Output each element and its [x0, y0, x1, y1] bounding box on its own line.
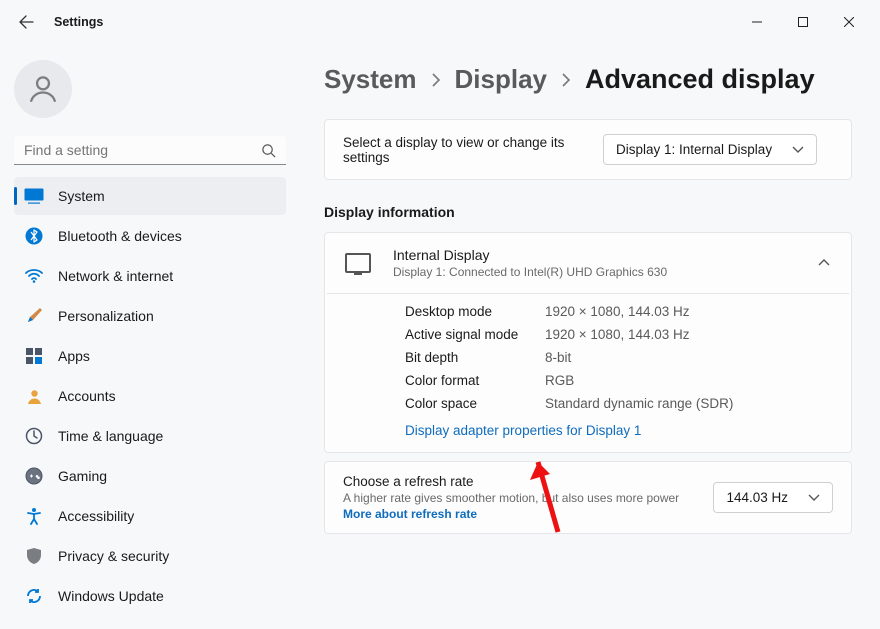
display-subtitle: Display 1: Connected to Intel(R) UHD Gra… — [393, 265, 817, 279]
update-icon — [24, 586, 44, 606]
sidebar-item-label: Bluetooth & devices — [58, 228, 276, 244]
prop-label: Active signal mode — [405, 327, 545, 342]
sidebar-item-network[interactable]: Network & internet — [14, 257, 286, 295]
display-adapter-properties-link[interactable]: Display adapter properties for Display 1 — [405, 423, 641, 438]
chevron-right-icon — [431, 72, 441, 88]
search-icon — [261, 143, 276, 158]
prop-color-space: Color space Standard dynamic range (SDR) — [405, 392, 831, 415]
refresh-rate-card: Choose a refresh rate A higher rate give… — [324, 461, 852, 534]
window-controls — [734, 6, 872, 38]
display-info-expander[interactable]: Internal Display Display 1: Connected to… — [325, 233, 851, 293]
bluetooth-icon — [24, 226, 44, 246]
prop-value: RGB — [545, 373, 574, 388]
close-icon — [844, 17, 854, 27]
refresh-rate-dropdown[interactable]: 144.03 Hz — [713, 482, 833, 513]
prop-label: Bit depth — [405, 350, 545, 365]
search-box[interactable] — [14, 136, 286, 165]
back-arrow-icon — [18, 14, 34, 30]
prop-value: 1920 × 1080, 144.03 Hz — [545, 327, 690, 342]
clock-globe-icon — [24, 426, 44, 446]
back-button[interactable] — [8, 4, 44, 40]
sidebar-item-personalization[interactable]: Personalization — [14, 297, 286, 335]
prop-value: 1920 × 1080, 144.03 Hz — [545, 304, 690, 319]
display-information-heading: Display information — [324, 204, 852, 220]
display-info-body: Desktop mode 1920 × 1080, 144.03 Hz Acti… — [325, 294, 851, 452]
prop-bit-depth: Bit depth 8-bit — [405, 346, 831, 369]
sidebar-item-label: Time & language — [58, 428, 276, 444]
chevron-down-icon — [808, 494, 820, 502]
sidebar-item-label: Windows Update — [58, 588, 276, 604]
minimize-button[interactable] — [734, 6, 780, 38]
breadcrumb-display[interactable]: Display — [455, 64, 548, 95]
prop-active-signal: Active signal mode 1920 × 1080, 144.03 H… — [405, 323, 831, 346]
breadcrumb-system[interactable]: System — [324, 64, 417, 95]
prop-label: Color format — [405, 373, 545, 388]
system-icon — [24, 186, 44, 206]
sidebar-item-bluetooth[interactable]: Bluetooth & devices — [14, 217, 286, 255]
accessibility-icon — [24, 506, 44, 526]
chevron-up-icon — [817, 258, 831, 268]
maximize-icon — [798, 17, 808, 27]
wifi-icon — [24, 266, 44, 286]
display-name: Internal Display — [393, 247, 817, 263]
display-info-card: Internal Display Display 1: Connected to… — [324, 232, 852, 453]
sidebar-item-label: Accessibility — [58, 508, 276, 524]
sidebar-item-label: Privacy & security — [58, 548, 276, 564]
sidebar-item-windows-update[interactable]: Windows Update — [14, 577, 286, 615]
refresh-rate-value: 144.03 Hz — [726, 490, 788, 505]
display-selector-value: Display 1: Internal Display — [616, 142, 772, 157]
sidebar-item-label: Accounts — [58, 388, 276, 404]
prop-color-format: Color format RGB — [405, 369, 831, 392]
breadcrumb-advanced-display: Advanced display — [585, 64, 815, 95]
refresh-rate-subtitle: A higher rate gives smoother motion, but… — [343, 491, 713, 505]
sidebar-item-label: System — [58, 188, 276, 204]
sidebar-item-label: Apps — [58, 348, 276, 364]
sidebar-item-label: Personalization — [58, 308, 276, 324]
sidebar-item-time-language[interactable]: Time & language — [14, 417, 286, 455]
refresh-rate-more-link[interactable]: More about refresh rate — [343, 507, 477, 521]
sidebar-item-gaming[interactable]: Gaming — [14, 457, 286, 495]
apps-icon — [24, 346, 44, 366]
brush-icon — [24, 306, 44, 326]
select-display-description: Select a display to view or change its s… — [343, 135, 603, 165]
select-display-card: Select a display to view or change its s… — [324, 119, 852, 180]
refresh-rate-title: Choose a refresh rate — [343, 474, 713, 489]
sidebar-item-label: Network & internet — [58, 268, 276, 284]
window-title: Settings — [54, 15, 103, 29]
display-selector-dropdown[interactable]: Display 1: Internal Display — [603, 134, 817, 165]
prop-label: Desktop mode — [405, 304, 545, 319]
prop-value: Standard dynamic range (SDR) — [545, 396, 733, 411]
shield-icon — [24, 546, 44, 566]
close-button[interactable] — [826, 6, 872, 38]
sidebar-item-accessibility[interactable]: Accessibility — [14, 497, 286, 535]
sidebar-item-system[interactable]: System — [14, 177, 286, 215]
breadcrumb: System Display Advanced display — [324, 64, 852, 95]
search-input[interactable] — [24, 142, 261, 158]
sidebar-item-accounts[interactable]: Accounts — [14, 377, 286, 415]
prop-label: Color space — [405, 396, 545, 411]
main-content: System Display Advanced display Select a… — [300, 44, 880, 629]
sidebar-item-label: Gaming — [58, 468, 276, 484]
sidebar-item-apps[interactable]: Apps — [14, 337, 286, 375]
prop-value: 8-bit — [545, 350, 571, 365]
title-bar: Settings — [0, 0, 880, 44]
accounts-icon — [24, 386, 44, 406]
chevron-right-icon — [561, 72, 571, 88]
minimize-icon — [752, 17, 762, 27]
sidebar-item-privacy[interactable]: Privacy & security — [14, 537, 286, 575]
gaming-icon — [24, 466, 44, 486]
sidebar: System Bluetooth & devices Network & int… — [0, 44, 300, 629]
avatar[interactable] — [14, 60, 72, 118]
person-icon — [26, 72, 60, 106]
maximize-button[interactable] — [780, 6, 826, 38]
monitor-icon — [345, 253, 371, 273]
prop-desktop-mode: Desktop mode 1920 × 1080, 144.03 Hz — [405, 300, 831, 323]
chevron-down-icon — [792, 146, 804, 154]
